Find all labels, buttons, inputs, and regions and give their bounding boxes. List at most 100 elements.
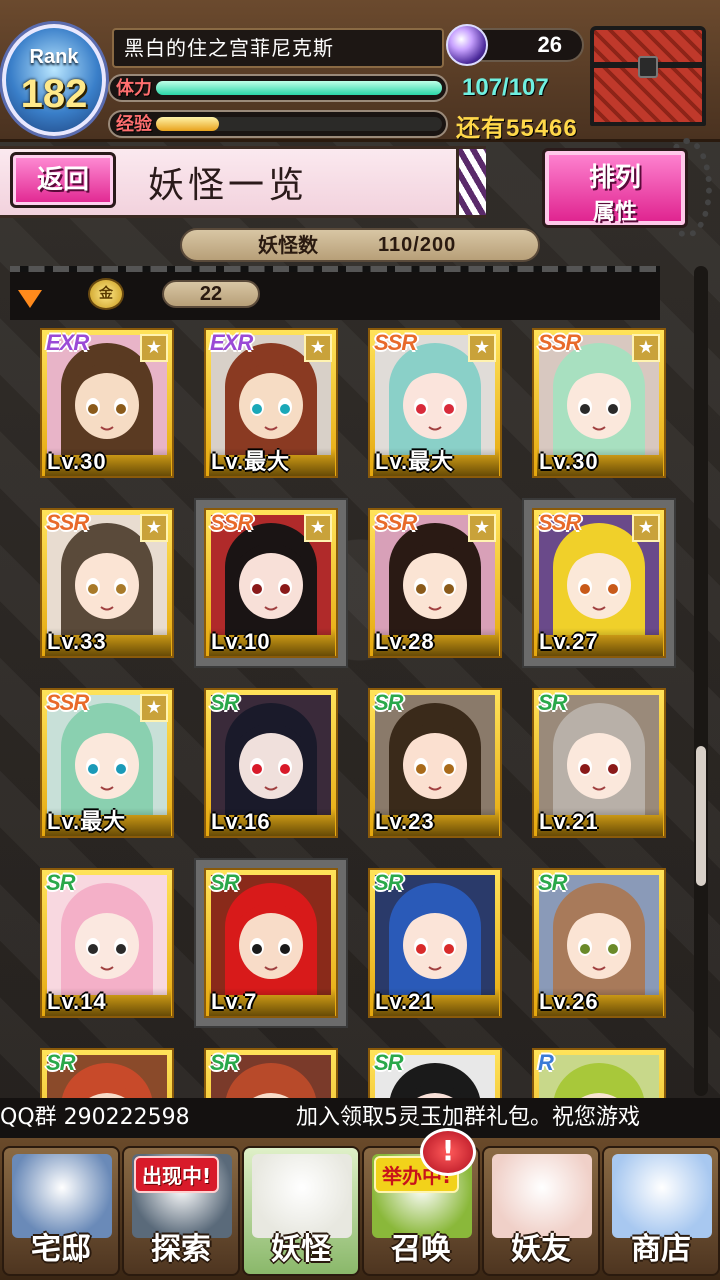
favorite-star-icon[interactable]: ★ bbox=[140, 694, 168, 722]
yokai-level: Lv.30 bbox=[45, 448, 171, 476]
spirit-orb-counter[interactable]: 26 bbox=[446, 24, 584, 66]
nav-friends-button[interactable]: 妖友 bbox=[482, 1146, 600, 1276]
yokai-level: Lv.26 bbox=[537, 988, 663, 1016]
exp-remaining: 还有55466 bbox=[456, 115, 578, 142]
gift-box-icon[interactable] bbox=[586, 20, 712, 132]
yokai-card[interactable]: SR Lv.23 bbox=[368, 688, 502, 838]
favorite-star-icon[interactable]: ★ bbox=[632, 334, 660, 362]
scrollbar-thumb[interactable] bbox=[696, 746, 706, 886]
yokai-level: Lv.33 bbox=[45, 628, 171, 656]
favorite-star-icon[interactable]: ★ bbox=[140, 514, 168, 542]
yokai-card[interactable]: SR bbox=[204, 1048, 338, 1098]
yokai-level: Lv.14 bbox=[45, 988, 171, 1016]
yokai-card[interactable]: SSR ★ Lv.28 bbox=[368, 508, 502, 658]
ticker-group-text: QQ群 290222598 bbox=[0, 1105, 190, 1130]
rarity-badge: SSR bbox=[46, 690, 89, 715]
yokai-card[interactable]: SR Lv.21 bbox=[532, 688, 666, 838]
yokai-level: Lv.10 bbox=[209, 628, 335, 656]
gift-box-lock bbox=[638, 56, 658, 78]
ticker-message: 加入领取5灵玉加群礼包。祝您游戏 bbox=[296, 1105, 640, 1130]
yokai-card[interactable]: SR bbox=[368, 1048, 502, 1098]
yokai-level: Lv.30 bbox=[537, 448, 663, 476]
rarity-badge: SR bbox=[374, 1050, 404, 1075]
rarity-badge: SSR bbox=[374, 510, 417, 535]
yokai-card[interactable]: SSR ★ Lv.最大 bbox=[368, 328, 502, 478]
yokai-level: Lv.27 bbox=[537, 628, 663, 656]
nav-friends-label: 妖友 bbox=[511, 1232, 571, 1267]
yokai-level: Lv.最大 bbox=[45, 808, 171, 836]
yokai-card[interactable]: EXR ★ Lv.30 bbox=[40, 328, 174, 478]
yokai-card[interactable]: SSR ★ Lv.最大 bbox=[40, 688, 174, 838]
rarity-badge: SR bbox=[46, 870, 76, 895]
spirit-orb-count: 26 bbox=[537, 32, 562, 57]
rank-label: Rank bbox=[29, 46, 79, 68]
yokai-count-value: 110/200 bbox=[378, 234, 457, 256]
yokai-level: Lv.23 bbox=[373, 808, 499, 836]
yokai-card[interactable]: SR Lv.21 bbox=[368, 868, 502, 1018]
yokai-level: Lv.28 bbox=[373, 628, 499, 656]
rarity-badge: EXR bbox=[46, 330, 89, 355]
yokai-card[interactable]: SR Lv.7 bbox=[204, 868, 338, 1018]
yokai-grid: EXR ★ Lv.30 EXR ★ Lv.最大 SSR ★ Lv.最大 SSR ★ Lv.30 SSR ★… bbox=[0, 322, 690, 1098]
sort-button-label: 排列 bbox=[588, 163, 641, 193]
yokai-card[interactable]: SR Lv.26 bbox=[532, 868, 666, 1018]
yokai-card[interactable]: SSR ★ Lv.33 bbox=[40, 508, 174, 658]
yokai-card[interactable]: SSR ★ Lv.27 bbox=[532, 508, 666, 658]
alert-icon: ! bbox=[420, 1128, 476, 1176]
nav-shop-label: 商店 bbox=[631, 1232, 691, 1267]
yokai-card[interactable]: SR bbox=[40, 1048, 174, 1098]
rank-badge[interactable]: Rank 182 bbox=[2, 24, 106, 136]
announcement-ticker: QQ群 290222598 加入领取5灵玉加群礼包。祝您游戏 bbox=[0, 1098, 720, 1138]
page-title: 妖怪一览 bbox=[148, 165, 309, 206]
yokai-count: 妖怪数 110/200 bbox=[180, 228, 540, 262]
nav-mansion-label: 宅邸 bbox=[31, 1232, 91, 1267]
nav-mansion-button[interactable]: 宅邸 bbox=[2, 1146, 120, 1276]
rarity-badge: EXR bbox=[210, 330, 253, 355]
title-bar-stripes bbox=[456, 149, 486, 215]
yokai-level: Lv.21 bbox=[537, 808, 663, 836]
favorite-star-icon[interactable]: ★ bbox=[140, 334, 168, 362]
stamina-label: 体力 bbox=[116, 78, 152, 99]
yokai-card[interactable]: EXR ★ Lv.最大 bbox=[204, 328, 338, 478]
rarity-badge: R bbox=[538, 1050, 554, 1075]
nav-yokai-button[interactable]: 妖怪 bbox=[242, 1146, 360, 1276]
yokai-card[interactable]: SSR ★ Lv.30 bbox=[532, 328, 666, 478]
favorite-star-icon[interactable]: ★ bbox=[632, 514, 660, 542]
yokai-card[interactable]: SR Lv.14 bbox=[40, 868, 174, 1018]
yokai-count-label: 妖怪数 bbox=[258, 233, 318, 257]
favorite-star-icon[interactable]: ★ bbox=[304, 334, 332, 362]
yokai-card[interactable]: R bbox=[532, 1048, 666, 1098]
exp-bar: 经验 bbox=[108, 110, 448, 138]
yokai-card[interactable]: SR Lv.16 bbox=[204, 688, 338, 838]
sort-button[interactable]: 排列 属性 bbox=[542, 148, 688, 228]
nav-yokai-label: 妖怪 bbox=[271, 1232, 331, 1267]
yokai-portrait bbox=[539, 1055, 659, 1098]
scrollbar[interactable] bbox=[694, 266, 708, 1096]
nav-summon-label: 召唤 bbox=[391, 1232, 451, 1267]
nav-shop-button[interactable]: 商店 bbox=[602, 1146, 720, 1276]
exp-fill bbox=[156, 117, 219, 131]
yokai-card[interactable]: SSR ★ Lv.10 bbox=[204, 508, 338, 658]
rarity-badge: SR bbox=[46, 1050, 76, 1075]
rarity-badge: SSR bbox=[46, 510, 89, 535]
back-button[interactable]: 返回 bbox=[10, 152, 116, 208]
favorite-star-icon[interactable]: ★ bbox=[468, 514, 496, 542]
rarity-badge: SSR bbox=[210, 510, 253, 535]
nav-explore-label: 探索 bbox=[151, 1232, 211, 1267]
yokai-level: Lv.最大 bbox=[373, 448, 499, 476]
favorite-star-icon[interactable]: ★ bbox=[304, 514, 332, 542]
spirit-orb-icon bbox=[446, 24, 488, 66]
rarity-badge: SSR bbox=[538, 510, 581, 535]
group-count: 22 bbox=[162, 280, 260, 308]
rank-value: 182 bbox=[20, 72, 88, 116]
rarity-badge: SR bbox=[210, 1050, 240, 1075]
yokai-level: Lv.16 bbox=[209, 808, 335, 836]
rarity-badge: SSR bbox=[538, 330, 581, 355]
favorite-star-icon[interactable]: ★ bbox=[468, 334, 496, 362]
stamina-fill bbox=[156, 81, 442, 95]
collapse-arrow-icon[interactable] bbox=[18, 290, 42, 308]
rarity-badge: SSR bbox=[374, 330, 417, 355]
nav-explore-button[interactable]: 出现中! 探索 bbox=[122, 1146, 240, 1276]
yokai-level: Lv.7 bbox=[209, 988, 335, 1016]
rarity-badge: SR bbox=[538, 690, 568, 715]
